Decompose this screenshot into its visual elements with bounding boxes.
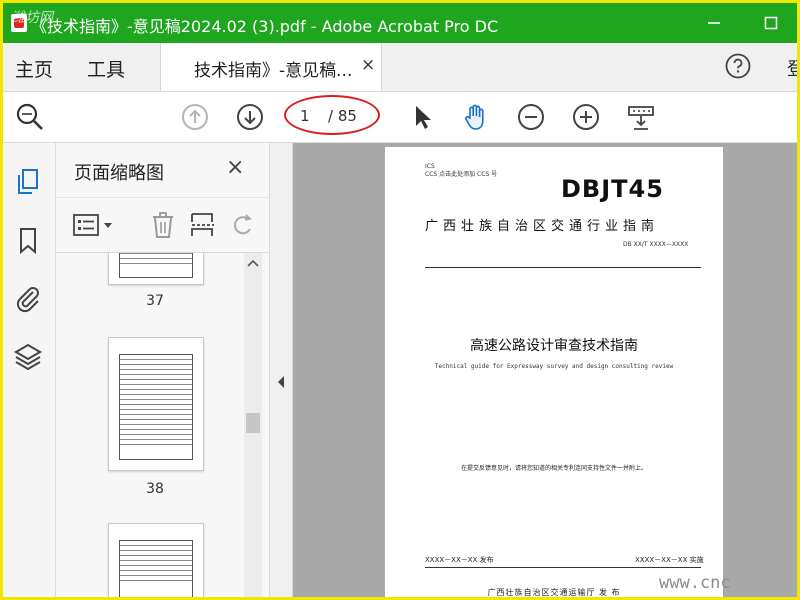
toolbar: 1 / 85 bbox=[3, 92, 797, 143]
rotate-page-icon[interactable] bbox=[228, 210, 258, 240]
next-page-icon[interactable] bbox=[235, 102, 265, 132]
publish-date: XXXX－XX－XX 发布 bbox=[425, 556, 494, 564]
page-thumbnail-37[interactable] bbox=[108, 253, 204, 285]
scroll-thumb[interactable] bbox=[246, 413, 260, 433]
layers-icon[interactable] bbox=[13, 341, 43, 371]
window-title: 《技术指南》-意见稿2024.02 (3).pdf - Adobe Acroba… bbox=[31, 17, 499, 36]
menu-tools[interactable]: 工具 bbox=[87, 55, 125, 82]
corner-watermark: 潍坊网 bbox=[11, 10, 53, 26]
document-number: DB XX/T XXXX—XXXX bbox=[623, 241, 689, 248]
header-rule bbox=[425, 267, 701, 268]
page-thumbnail-39[interactable] bbox=[108, 523, 204, 597]
document-tab[interactable]: 技术指南》-意见稿... × bbox=[160, 43, 382, 91]
select-cursor-icon[interactable] bbox=[407, 102, 437, 132]
page-label-38: 38 bbox=[146, 481, 164, 497]
scroll-up-icon[interactable] bbox=[247, 259, 259, 270]
footer-rule bbox=[425, 567, 701, 568]
delete-page-icon[interactable] bbox=[148, 210, 178, 240]
thumbnail-list[interactable]: 37 38 bbox=[56, 253, 246, 597]
ics-code: ICS CCS 点击此处添加 CCS 号 bbox=[425, 163, 498, 178]
left-tool-rail bbox=[3, 143, 56, 597]
document-viewer[interactable]: ICS CCS 点击此处添加 CCS 号 DBJT45 广西壮族自治区交通行业指… bbox=[293, 143, 797, 597]
search-icon[interactable] bbox=[15, 102, 45, 132]
maximize-icon[interactable] bbox=[757, 9, 785, 37]
menu-home[interactable]: 主页 bbox=[15, 55, 53, 82]
bookmark-icon[interactable] bbox=[13, 225, 43, 255]
attachment-icon[interactable] bbox=[13, 283, 43, 313]
page-number-field[interactable]: 1 / 85 bbox=[284, 95, 380, 135]
site-watermark: www.cnc bbox=[659, 573, 731, 593]
panel-title: 页面缩略图 bbox=[74, 163, 164, 184]
page-thumbnails-panel: 页面缩略图 × 37 38 bbox=[56, 143, 270, 597]
previous-page-icon[interactable] bbox=[180, 102, 210, 132]
zoom-in-icon[interactable] bbox=[571, 102, 601, 132]
panel-collapse-handle[interactable] bbox=[270, 143, 293, 597]
hand-tool-icon[interactable] bbox=[461, 102, 491, 132]
collapse-arrow-icon[interactable] bbox=[276, 375, 286, 392]
close-panel-icon[interactable]: × bbox=[226, 155, 244, 180]
page-label-37: 37 bbox=[146, 293, 164, 309]
sign-in-label[interactable]: 登 bbox=[787, 55, 797, 81]
menu-bar: 主页 工具 技术指南》-意见稿... × 登 bbox=[3, 43, 797, 92]
thumbnail-toolbar bbox=[56, 197, 269, 253]
document-title-en: Technical guide for Expressway survey an… bbox=[434, 363, 674, 370]
help-icon[interactable] bbox=[725, 53, 751, 79]
page-display-icon[interactable] bbox=[626, 102, 656, 132]
page-thumbnails-icon[interactable] bbox=[13, 167, 43, 197]
extract-page-icon[interactable] bbox=[188, 210, 218, 240]
document-tab-label: 技术指南》-意见稿... bbox=[194, 61, 353, 81]
thumbnail-scrollbar[interactable] bbox=[244, 253, 262, 597]
page-thumbnail-38[interactable] bbox=[108, 337, 204, 471]
guide-header: 广西壮族自治区交通行业指南 bbox=[425, 219, 660, 234]
standard-code: DBJT45 bbox=[561, 175, 664, 203]
title-bar: 《技术指南》-意见稿2024.02 (3).pdf - Adobe Acroba… bbox=[3, 3, 797, 43]
feedback-note: 在提交反馈意见时，请将您知道的相关专利连同支持性文件一并附上。 bbox=[460, 465, 647, 472]
implement-date: XXXX－XX－XX 实施 bbox=[635, 556, 704, 564]
app-window: 《技术指南》-意见稿2024.02 (3).pdf - Adobe Acroba… bbox=[0, 0, 800, 600]
minimize-icon[interactable] bbox=[700, 9, 728, 37]
zoom-out-icon[interactable] bbox=[516, 102, 546, 132]
red-annotation-circle bbox=[284, 95, 380, 135]
document-title-cn: 高速公路设计审查技术指南 bbox=[470, 338, 638, 354]
pdf-page: ICS CCS 点击此处添加 CCS 号 DBJT45 广西壮族自治区交通行业指… bbox=[385, 147, 723, 597]
options-menu-icon[interactable] bbox=[72, 210, 112, 240]
close-tab-icon[interactable]: × bbox=[361, 55, 375, 75]
